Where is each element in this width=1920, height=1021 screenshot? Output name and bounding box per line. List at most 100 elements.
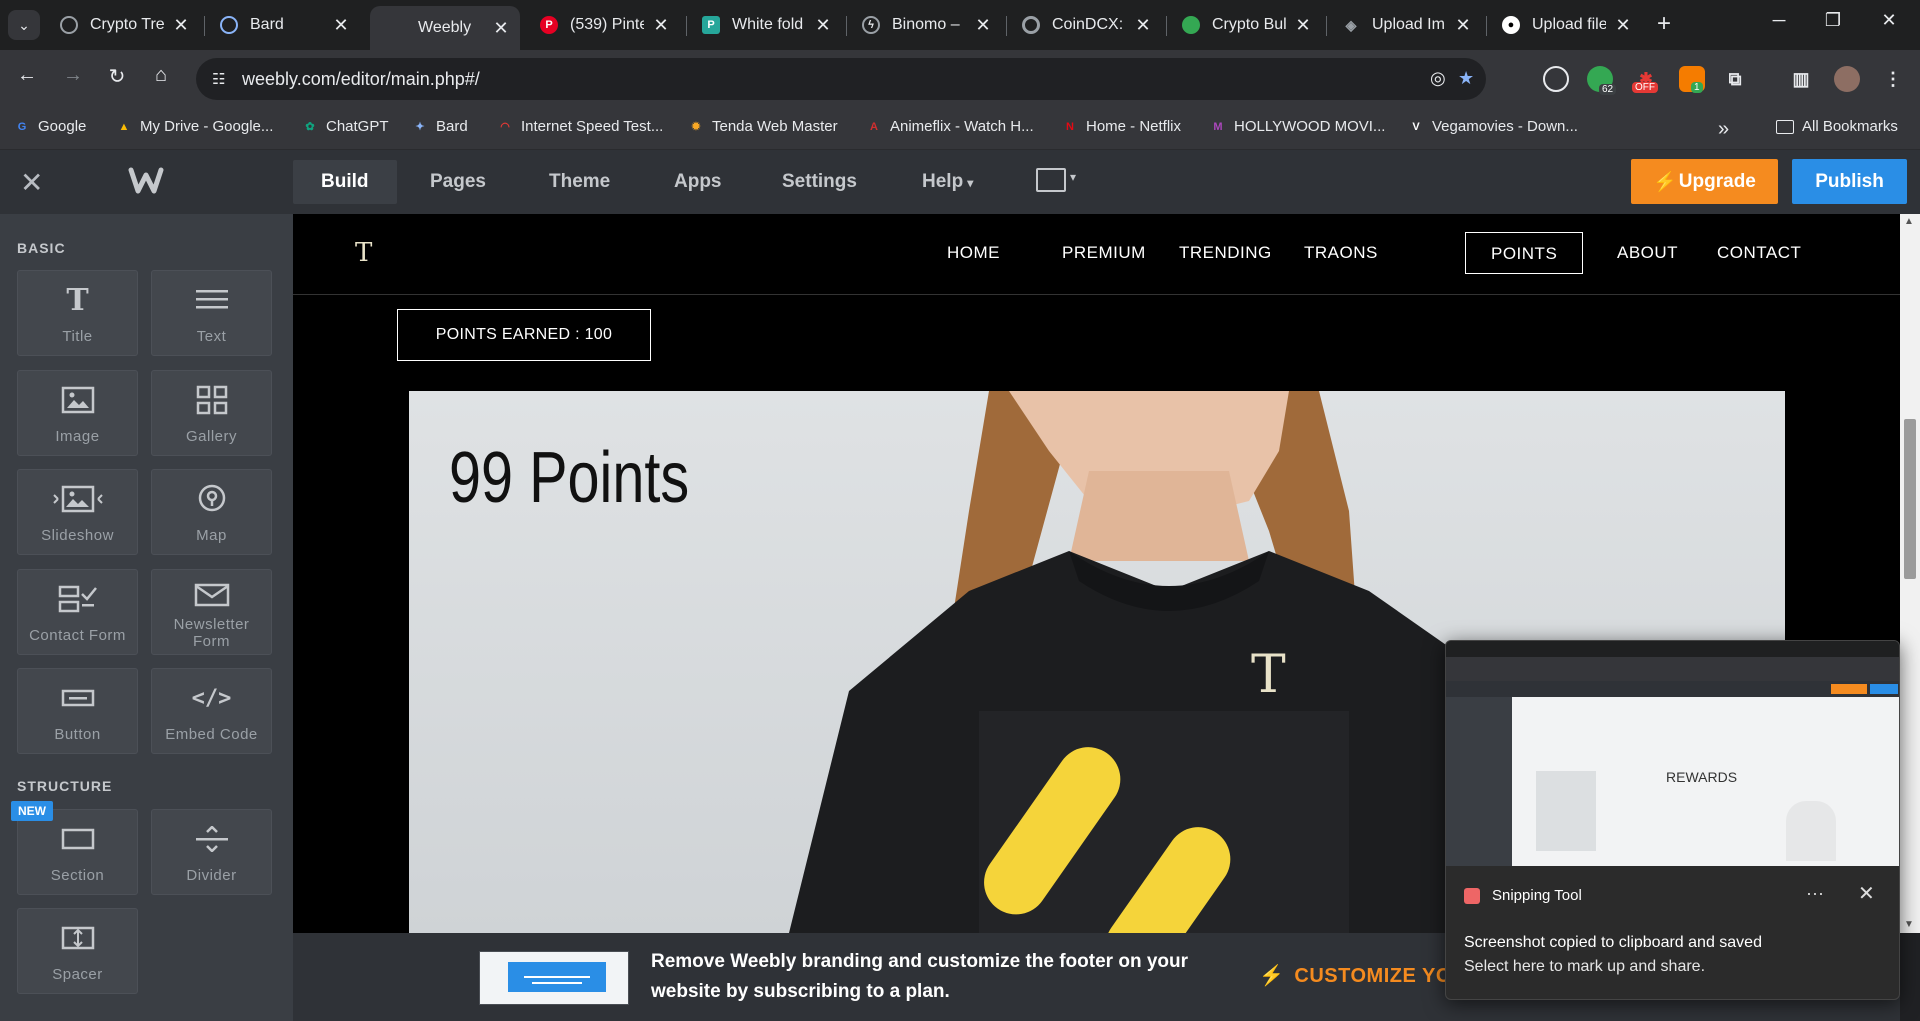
bookmark-item[interactable]: M HOLLYWOOD MOVI... [1210, 118, 1385, 135]
points-earned-box[interactable]: POINTS EARNED : 100 [397, 309, 651, 361]
close-tab-icon[interactable]: ✕ [1134, 15, 1152, 36]
element-slideshow[interactable]: Slideshow [17, 469, 138, 555]
browser-tab[interactable]: ◈ Upload Im ✕ [1332, 8, 1482, 42]
close-tab-icon[interactable]: ✕ [492, 18, 510, 39]
hero-title[interactable]: 99 Points [449, 437, 689, 519]
browser-tab[interactable]: Crypto Bul ✕ [1172, 8, 1322, 42]
element-gallery[interactable]: Gallery [151, 370, 272, 456]
site-nav-home[interactable]: HOME [922, 232, 1025, 274]
browser-tab[interactable]: P White fold ✕ [692, 8, 842, 42]
editor-tab-apps[interactable]: Apps [646, 160, 750, 204]
close-tab-icon[interactable]: ✕ [332, 15, 350, 36]
browser-tab[interactable]: ● Upload file ✕ [1492, 8, 1642, 42]
address-toolbar: ← → ↻ ⌂ ☷ weebly.com/editor/main.php#/ ◎… [0, 50, 1920, 108]
browser-tab[interactable]: ϟ Binomo – ✕ [852, 8, 1002, 42]
forward-button[interactable]: → [58, 64, 88, 87]
back-button[interactable]: ← [12, 64, 42, 87]
profile-avatar[interactable] [1834, 66, 1860, 92]
tab-search-button[interactable]: ⌄ [8, 10, 40, 40]
editor-tab-help[interactable]: Help ▾ [894, 160, 1001, 204]
browser-tab-active[interactable]: Weebly ✕ [370, 6, 520, 50]
side-panel-icon[interactable]: ▥ [1788, 66, 1814, 92]
thumb-sidebar [1446, 697, 1512, 866]
element-spacer[interactable]: Spacer [17, 908, 138, 994]
eye-off-icon[interactable]: ◎ [1430, 68, 1446, 89]
element-contact-form[interactable]: Contact Form [17, 569, 138, 655]
browser-tab[interactable]: Crypto Tre ✕ [50, 8, 200, 42]
bookmark-item[interactable]: V Vegamovies - Down... [1408, 118, 1578, 135]
close-tab-icon[interactable]: ✕ [1294, 15, 1312, 36]
restore-window-button[interactable]: ❐ [1810, 10, 1856, 31]
site-nav-trending[interactable]: TRENDING [1154, 232, 1297, 274]
browser-menu-icon[interactable]: ⋮ [1880, 66, 1906, 92]
element-newsletter-form[interactable]: Newsletter Form [151, 569, 272, 655]
browser-tab[interactable]: CoinDCX: ✕ [1012, 8, 1162, 42]
upgrade-button[interactable]: ⚡ Upgrade [1631, 159, 1778, 204]
bookmark-item[interactable]: G Google [14, 118, 87, 135]
snipping-tool-notification[interactable]: REWARDS Snipping Tool ··· ✕ Screenshot c… [1445, 640, 1900, 1000]
more-options-icon[interactable]: ··· [1806, 883, 1824, 904]
editor-tab-pages[interactable]: Pages [402, 160, 514, 204]
element-section[interactable]: Section [17, 809, 138, 895]
bookmark-item[interactable]: N Home - Netflix [1062, 118, 1181, 135]
element-text[interactable]: Text [151, 270, 272, 356]
close-tab-icon[interactable]: ✕ [1614, 15, 1632, 36]
close-editor-icon[interactable]: ✕ [20, 166, 43, 199]
bookmarks-overflow-icon[interactable]: » [1718, 118, 1729, 141]
site-logo[interactable]: T [355, 238, 372, 268]
close-tab-icon[interactable]: ✕ [974, 15, 992, 36]
chevron-down-icon[interactable]: ▾ [1070, 170, 1076, 184]
publish-button[interactable]: Publish [1792, 159, 1907, 204]
editor-tab-settings[interactable]: Settings [754, 160, 885, 204]
canvas-scrollbar[interactable]: ▲ ▼ [1900, 214, 1920, 933]
editor-tab-build[interactable]: Build [293, 160, 397, 204]
site-nav-traons[interactable]: TRAONS [1279, 232, 1403, 274]
reload-button[interactable]: ↻ [102, 64, 132, 89]
bookmark-item[interactable]: ▲ My Drive - Google... [116, 118, 274, 135]
scroll-up-icon[interactable]: ▲ [1904, 216, 1914, 227]
screenshot-thumbnail[interactable]: REWARDS [1446, 641, 1899, 866]
bookmark-item[interactable]: ✦ Bard [412, 118, 467, 135]
browser-tab[interactable]: P (539) Pinte ✕ [530, 8, 680, 42]
element-embed-code[interactable]: </> Embed Code [151, 668, 272, 754]
close-tab-icon[interactable]: ✕ [814, 15, 832, 36]
site-nav-premium[interactable]: PREMIUM [1037, 232, 1171, 274]
extension-gauge-icon[interactable] [1543, 66, 1569, 92]
site-nav-points[interactable]: POINTS [1465, 232, 1584, 274]
desktop-preview-icon[interactable] [1036, 168, 1066, 192]
extensions-menu-icon[interactable]: ⧉ [1722, 66, 1748, 92]
element-image[interactable]: Image [17, 370, 138, 456]
element-button[interactable]: Button [17, 668, 138, 754]
coindcx-icon [1022, 16, 1040, 34]
close-tab-icon[interactable]: ✕ [1454, 15, 1472, 36]
new-tab-button[interactable]: + [1650, 10, 1678, 38]
bard-icon: ✦ [415, 121, 425, 133]
element-divider[interactable]: Divider [151, 809, 272, 895]
browser-tab[interactable]: Bard ✕ [210, 8, 360, 42]
all-bookmarks-button[interactable]: All Bookmarks [1776, 118, 1898, 135]
element-map[interactable]: Map [151, 469, 272, 555]
element-title[interactable]: T Title [17, 270, 138, 356]
close-window-button[interactable]: ✕ [1866, 10, 1912, 31]
bookmark-item[interactable]: A Animeflix - Watch H... [866, 118, 1034, 135]
toast-app-name: Snipping Tool [1492, 887, 1582, 904]
customize-footer-link[interactable]: ⚡ CUSTOMIZE YO [1259, 963, 1452, 988]
scroll-thumb[interactable] [1904, 419, 1916, 579]
bookmark-item[interactable]: ✹ Tenda Web Master [688, 118, 837, 135]
site-nav-about[interactable]: ABOUT [1592, 232, 1703, 274]
site-nav-contact[interactable]: CONTACT [1692, 232, 1826, 274]
editor-tab-theme[interactable]: Theme [521, 160, 638, 204]
close-tab-icon[interactable]: ✕ [172, 15, 190, 36]
scroll-down-icon[interactable]: ▼ [1904, 919, 1914, 930]
close-icon[interactable]: ✕ [1858, 881, 1875, 906]
bookmark-item[interactable]: ✿ ChatGPT [302, 118, 388, 135]
close-tab-icon[interactable]: ✕ [652, 15, 670, 36]
bookmark-star-icon[interactable]: ★ [1458, 68, 1474, 89]
home-button[interactable]: ⌂ [146, 64, 176, 87]
tab-separator [1486, 16, 1487, 36]
site-info-icon[interactable]: ☷ [212, 70, 225, 88]
button-icon [18, 681, 137, 715]
minimize-window-button[interactable]: ─ [1756, 10, 1802, 31]
bookmark-item[interactable]: ◠ Internet Speed Test... [497, 118, 663, 135]
address-bar[interactable]: ☷ weebly.com/editor/main.php#/ ◎ ★ [196, 58, 1486, 100]
